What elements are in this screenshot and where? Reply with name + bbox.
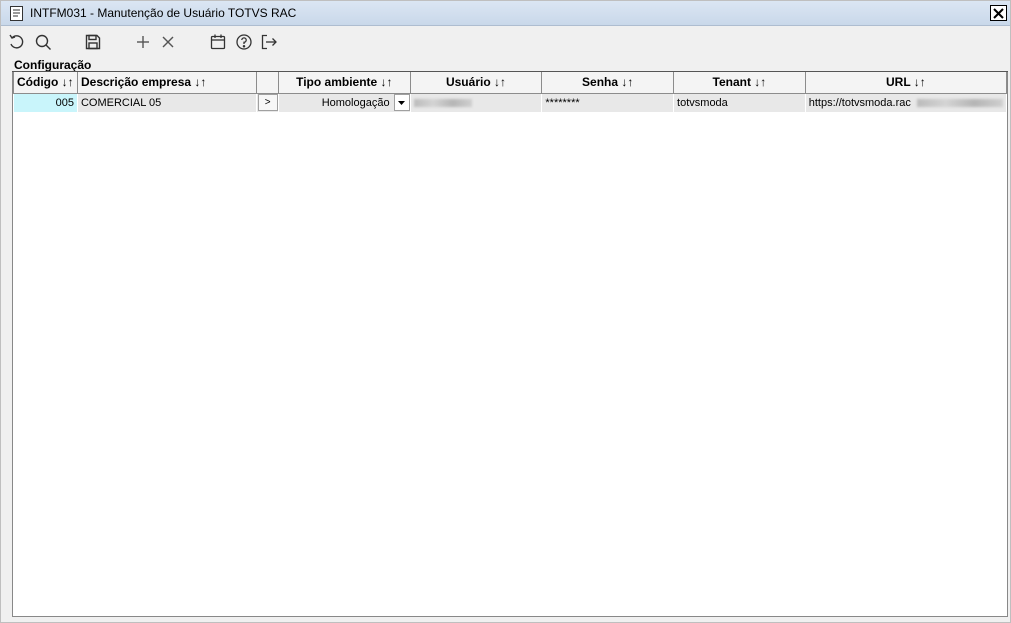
redacted-url: [916, 98, 1003, 107]
window-title: INTFM031 - Manutenção de Usuário TOTVS R…: [30, 6, 297, 20]
refresh-button[interactable]: [7, 32, 27, 52]
table-row[interactable]: 005 COMERCIAL 05 > Homologação ******** …: [13, 93, 1008, 112]
close-button[interactable]: [990, 5, 1007, 21]
column-header-tipo-ambiente[interactable]: Tipo ambiente ↓↑: [278, 72, 411, 94]
column-header-descricao[interactable]: Descrição empresa ↓↑: [76, 72, 258, 94]
delete-icon: [162, 36, 174, 48]
column-header-detail: [256, 72, 280, 94]
dropdown-button[interactable]: [393, 94, 410, 112]
grid-table: Código ↓↑ Descrição empresa ↓↑ Tipo ambi…: [13, 72, 1008, 112]
column-header-codigo[interactable]: Código ↓↑: [13, 72, 78, 94]
toolbar: [1, 27, 1010, 55]
calendar-icon: [210, 34, 226, 50]
title-bar: INTFM031 - Manutenção de Usuário TOTVS R…: [1, 1, 1010, 26]
section-title: Configuração: [14, 58, 92, 72]
save-button[interactable]: [83, 32, 103, 52]
column-header-tenant[interactable]: Tenant ↓↑: [673, 72, 806, 94]
cell-descricao[interactable]: COMERCIAL 05: [77, 93, 258, 112]
column-header-usuario[interactable]: Usuário ↓↑: [409, 72, 543, 94]
url-value: https://totvsmoda.rac: [808, 96, 911, 109]
cell-usuario[interactable]: [410, 93, 543, 112]
document-icon: [10, 6, 23, 21]
redacted-usuario: [413, 98, 472, 107]
tipo-ambiente-value: Homologação: [321, 96, 390, 109]
exit-button[interactable]: [259, 32, 279, 52]
delete-button[interactable]: [158, 32, 178, 52]
cell-detail: >: [256, 93, 280, 112]
app-window: INTFM031 - Manutenção de Usuário TOTVS R…: [0, 0, 1011, 623]
column-header-url[interactable]: URL ↓↑: [804, 72, 1008, 94]
cell-url[interactable]: https://totvsmoda.rac: [805, 93, 1008, 112]
exit-icon: [261, 34, 277, 50]
refresh-icon: [9, 34, 24, 49]
grid-header-row: Código ↓↑ Descrição empresa ↓↑ Tipo ambi…: [13, 72, 1008, 94]
column-header-senha[interactable]: Senha ↓↑: [541, 72, 675, 94]
search-icon: [35, 34, 51, 50]
tipo-ambiente-select[interactable]: Homologação: [282, 94, 410, 112]
detail-button[interactable]: >: [257, 94, 278, 112]
add-icon: [137, 36, 149, 48]
close-icon: [993, 7, 1004, 19]
help-icon: [236, 34, 252, 50]
data-grid: Código ↓↑ Descrição empresa ↓↑ Tipo ambi…: [12, 72, 1008, 617]
save-icon: [85, 34, 101, 50]
cell-tenant[interactable]: totvsmoda: [673, 93, 806, 112]
cell-tipo-ambiente[interactable]: Homologação: [278, 93, 411, 112]
search-button[interactable]: [33, 32, 53, 52]
cell-codigo[interactable]: 005: [13, 93, 78, 112]
calendar-button[interactable]: [208, 32, 228, 52]
cell-senha[interactable]: ********: [541, 93, 675, 112]
help-button[interactable]: [234, 32, 254, 52]
chevron-down-icon: [398, 100, 406, 105]
add-button[interactable]: [133, 32, 153, 52]
